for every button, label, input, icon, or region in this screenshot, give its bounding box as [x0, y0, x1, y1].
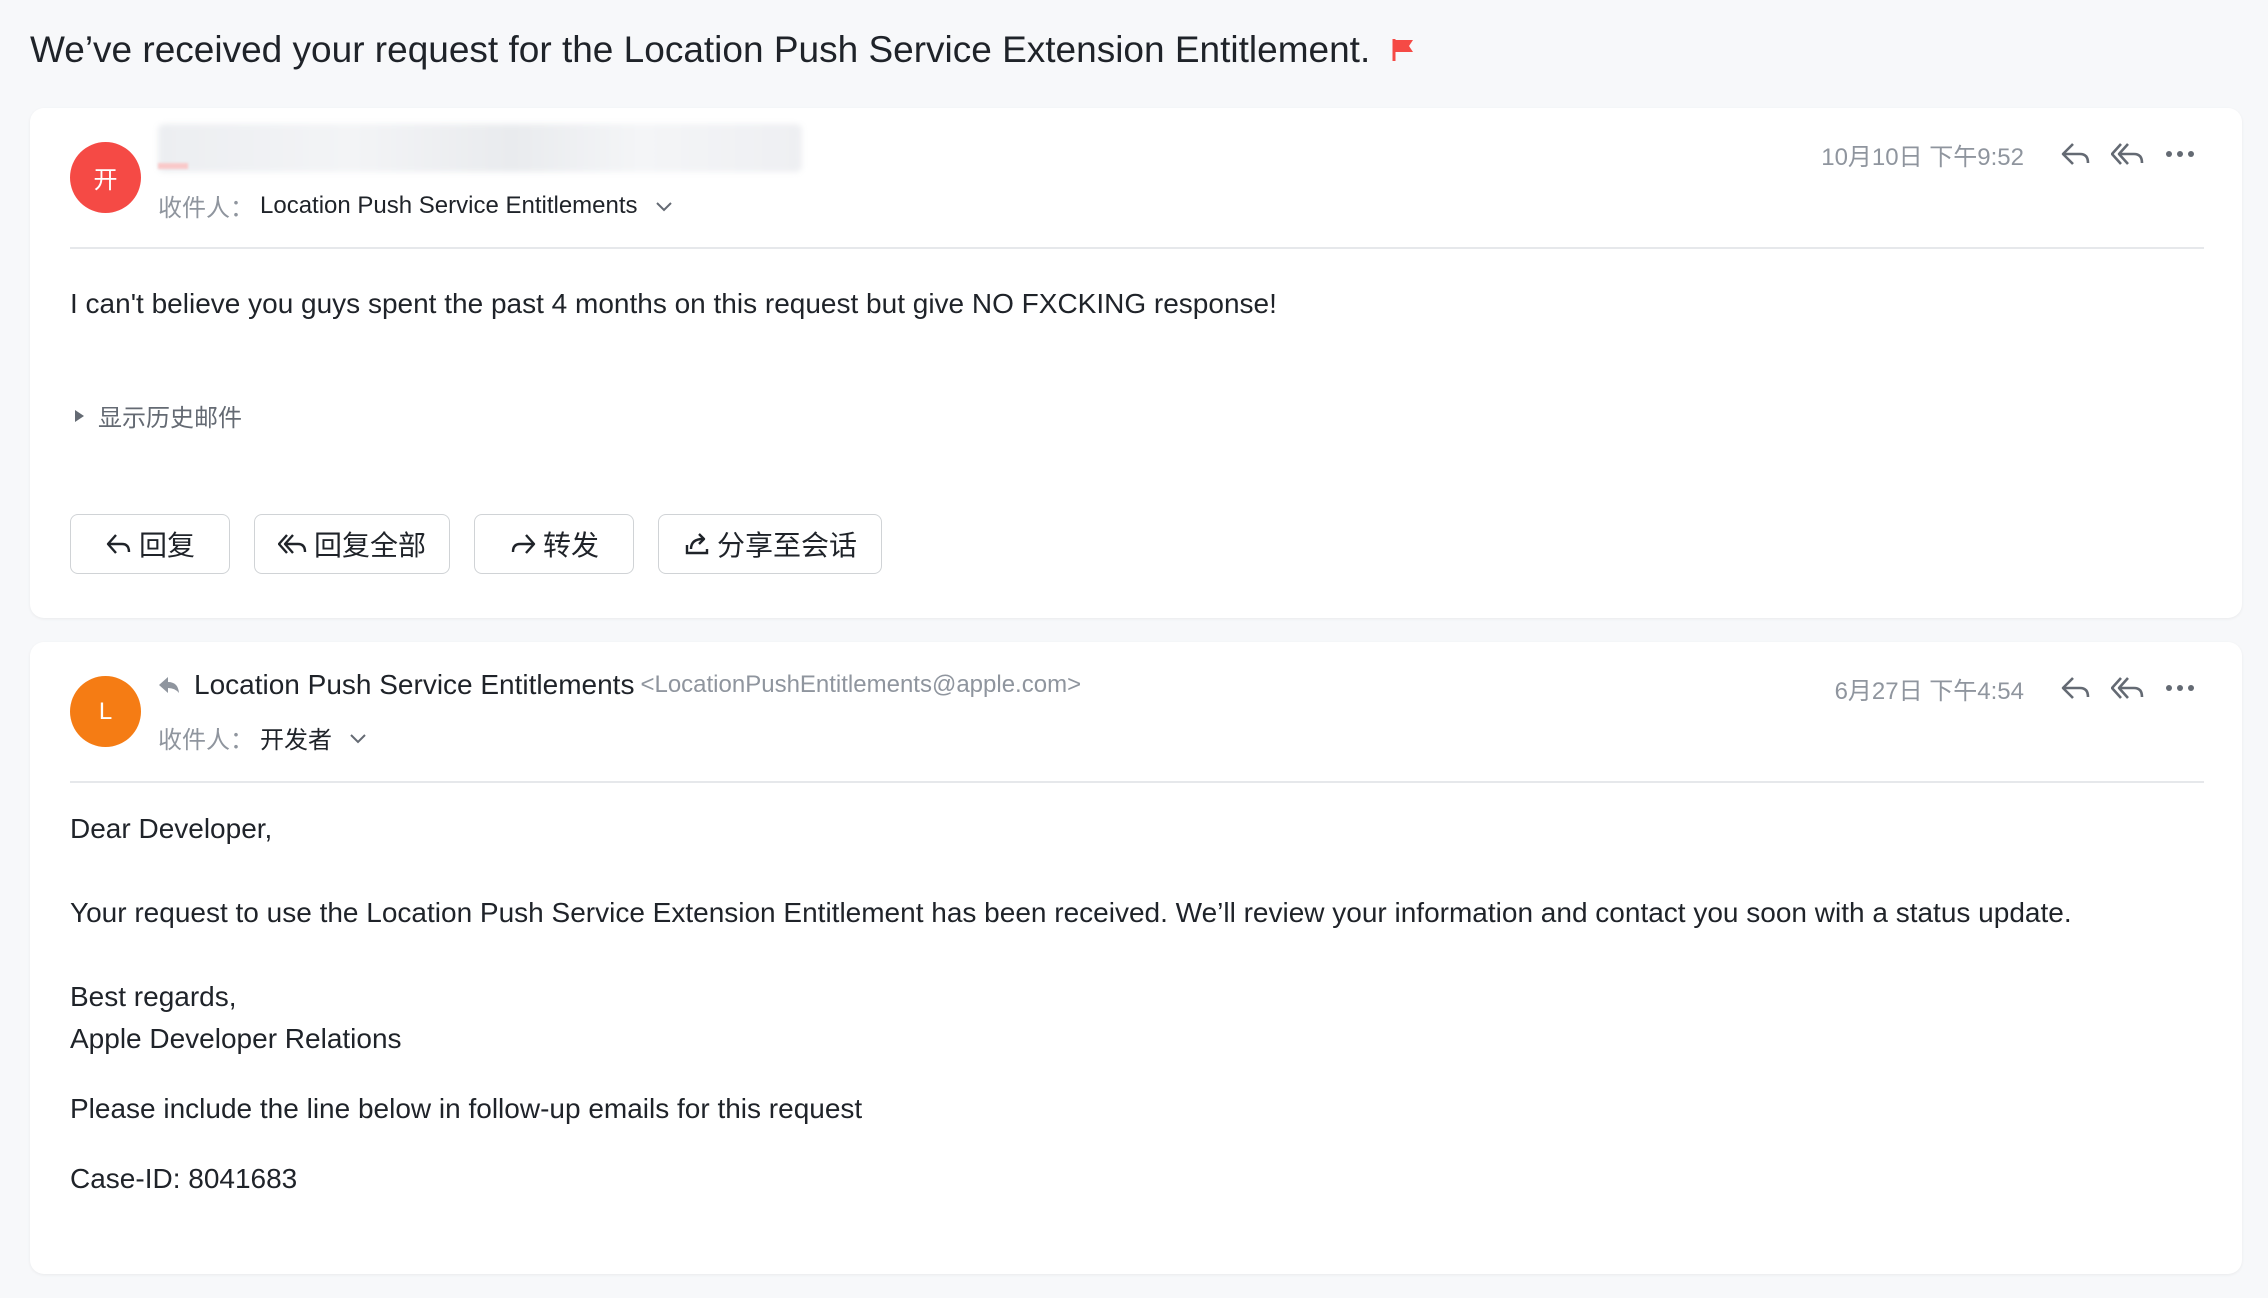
more-icon[interactable]	[2158, 666, 2202, 710]
sender-email[interactable]: <LocationPushEntitlements@apple.com>	[640, 671, 1081, 699]
forward-label: 转发	[542, 530, 599, 561]
recipient-row: 收件人： Location Push Service Entitlements	[158, 188, 674, 223]
reply-all-icon	[277, 531, 308, 557]
recipient-value: 开发者	[260, 727, 332, 754]
share-to-chat-button[interactable]: 分享至会话	[658, 514, 882, 574]
replied-indicator-icon	[158, 675, 180, 695]
reply-all-button[interactable]: 回复全部	[254, 514, 450, 574]
recipient-row: 收件人： 开发者	[158, 720, 368, 755]
message-time: 6月27日 下午4:54	[1834, 677, 2024, 705]
subject-text: We’ve received your request for the Loca…	[30, 29, 1371, 70]
sender-row: Location Push Service Entitlements <Loca…	[158, 669, 1081, 701]
share-icon	[683, 531, 711, 557]
recipient-label: 收件人：	[158, 195, 254, 222]
triangle-right-icon	[72, 408, 86, 424]
action-buttons: 回复 回复全部 转发 分享至会话	[70, 514, 906, 574]
header-divider	[70, 781, 2204, 783]
reply-all-icon[interactable]	[2106, 132, 2150, 176]
message-meta: 6月27日 下午4:54	[1835, 666, 2202, 710]
message-time: 10月10日 下午9:52	[1821, 143, 2024, 171]
body-followup-note: Please include the line below in follow-…	[70, 1093, 863, 1124]
reply-all-label: 回复全部	[313, 530, 426, 561]
chevron-down-icon[interactable]	[348, 728, 368, 748]
flag-icon[interactable]	[1390, 37, 1416, 63]
reply-icon[interactable]	[2054, 132, 2098, 176]
reply-all-icon[interactable]	[2106, 666, 2150, 710]
reply-label: 回复	[138, 530, 195, 561]
share-label: 分享至会话	[716, 530, 857, 561]
avatar-initial: 开	[93, 167, 118, 194]
message-body: I can't believe you guys spent the past …	[70, 288, 1277, 319]
body-greeting: Dear Developer,	[70, 813, 273, 844]
header-divider	[70, 247, 2204, 249]
body-paragraph: Your request to use the Location Push Se…	[70, 897, 2072, 928]
reply-icon	[105, 531, 133, 557]
body-case-id: Case-ID: 8041683	[70, 1163, 298, 1194]
redacted-sender	[158, 124, 802, 172]
show-history-toggle[interactable]: 显示历史邮件	[72, 398, 242, 433]
body-signoff: Best regards,	[70, 981, 237, 1012]
show-history-label: 显示历史邮件	[98, 405, 242, 432]
forward-icon	[509, 531, 537, 557]
forward-button[interactable]: 转发	[474, 514, 634, 574]
sender-name[interactable]: Location Push Service Entitlements	[194, 669, 634, 701]
message-card-original: L Location Push Service Entitlements <Lo…	[30, 642, 2242, 1274]
recipient-label: 收件人：	[158, 727, 254, 754]
message-meta: 10月10日 下午9:52	[1821, 132, 2202, 176]
avatar-initial: L	[98, 697, 113, 725]
message-card-latest: 开 收件人： Location Push Service Entitlement…	[30, 108, 2242, 618]
avatar: 开	[70, 142, 141, 213]
body-signature: Apple Developer Relations	[70, 1023, 402, 1054]
avatar: L	[70, 676, 141, 747]
chevron-down-icon[interactable]	[654, 196, 674, 216]
more-icon[interactable]	[2158, 132, 2202, 176]
reply-button[interactable]: 回复	[70, 514, 230, 574]
email-subject: We’ve received your request for the Loca…	[30, 22, 1416, 78]
reply-icon[interactable]	[2054, 666, 2098, 710]
redacted-mark	[158, 163, 188, 169]
recipient-value: Location Push Service Entitlements	[260, 191, 638, 219]
